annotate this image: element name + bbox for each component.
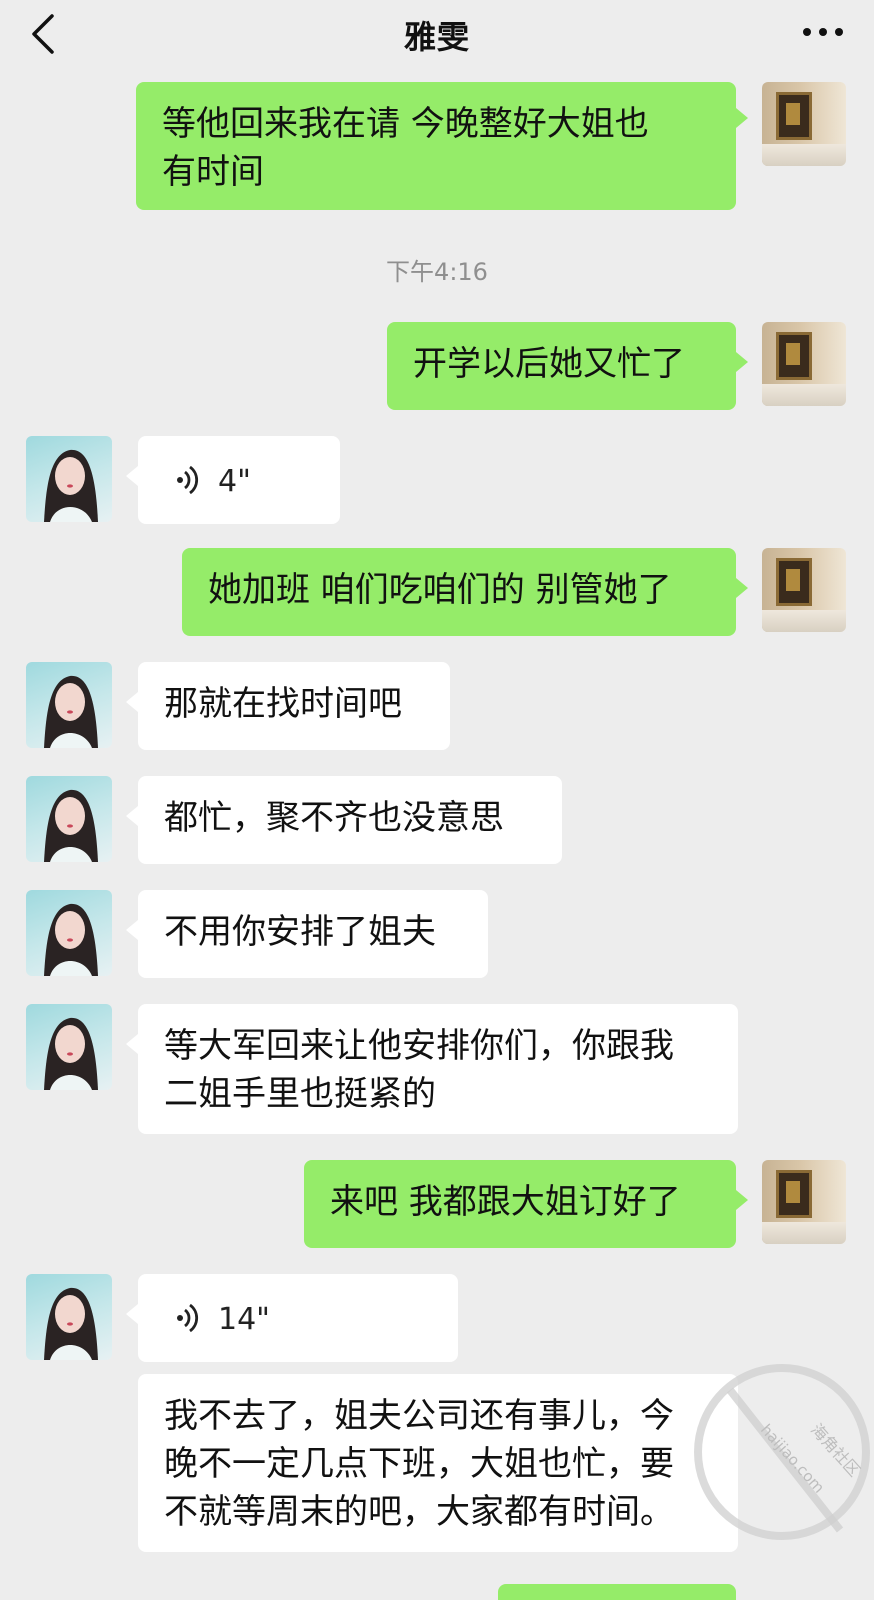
bubble-tail bbox=[126, 692, 138, 712]
contact-avatar[interactable] bbox=[26, 662, 112, 748]
message-bubble[interactable]: 等大军回来让他安排你们，你跟我 二姐手里也挺紧的 bbox=[138, 1004, 738, 1134]
contact-avatar[interactable] bbox=[26, 1004, 112, 1090]
voice-message-bubble[interactable]: 4" bbox=[138, 436, 340, 524]
bubble-tail bbox=[126, 1304, 138, 1324]
my-avatar[interactable] bbox=[762, 1160, 846, 1244]
voice-wave-icon bbox=[177, 1303, 199, 1333]
voice-duration: 4" bbox=[218, 464, 251, 499]
bubble-tail bbox=[736, 108, 748, 128]
message-bubble[interactable]: 等他回来我在请 今晚整好大姐也 有时间 bbox=[136, 82, 736, 210]
voice-message-bubble[interactable]: 14" bbox=[138, 1274, 458, 1362]
bubble-tail bbox=[736, 578, 748, 598]
message-bubble[interactable]: 开学以后她又忙了 bbox=[387, 322, 736, 410]
bubble-tail bbox=[126, 920, 138, 940]
message-timestamp: 下午4:16 bbox=[386, 258, 488, 286]
voice-duration: 14" bbox=[218, 1302, 270, 1337]
contact-avatar[interactable] bbox=[26, 436, 112, 522]
bubble-tail bbox=[736, 352, 748, 372]
my-avatar[interactable] bbox=[762, 322, 846, 406]
chat-title: 雅雯 bbox=[403, 18, 470, 56]
message-bubble[interactable]: 来吧 我都跟大姐订好了 bbox=[304, 1160, 736, 1248]
bubble-tail bbox=[126, 466, 138, 486]
message-bubble[interactable]: 都忙，聚不齐也没意思 bbox=[138, 776, 562, 864]
my-avatar[interactable] bbox=[762, 82, 846, 166]
bubble-tail bbox=[126, 1034, 138, 1054]
bubble-tail bbox=[126, 806, 138, 826]
svg-text:haijiao.com: haijiao.com bbox=[757, 1421, 828, 1497]
my-avatar[interactable] bbox=[762, 548, 846, 632]
contact-avatar[interactable] bbox=[26, 1274, 112, 1360]
voice-wave-icon bbox=[177, 465, 199, 495]
svg-text:海角社区: 海角社区 bbox=[807, 1420, 864, 1480]
message-bubble[interactable]: 不用你安排了姐夫 bbox=[138, 890, 488, 978]
contact-avatar[interactable] bbox=[26, 890, 112, 976]
contact-avatar[interactable] bbox=[26, 776, 112, 862]
chat-header: 雅雯 bbox=[0, 0, 874, 70]
message-bubble[interactable]: 那就在找时间吧 bbox=[138, 662, 450, 750]
message-bubble[interactable]: 我不去了，姐夫公司还有事儿，今 晚不一定几点下班，大姐也忙，要 不就等周末的吧，… bbox=[138, 1374, 738, 1552]
message-bubble[interactable]: 她加班 咱们吃咱们的 别管她了 bbox=[182, 548, 736, 636]
bubble-tail bbox=[736, 1190, 748, 1210]
more-icon[interactable] bbox=[800, 24, 846, 40]
partial-message-bubble[interactable] bbox=[498, 1584, 736, 1600]
